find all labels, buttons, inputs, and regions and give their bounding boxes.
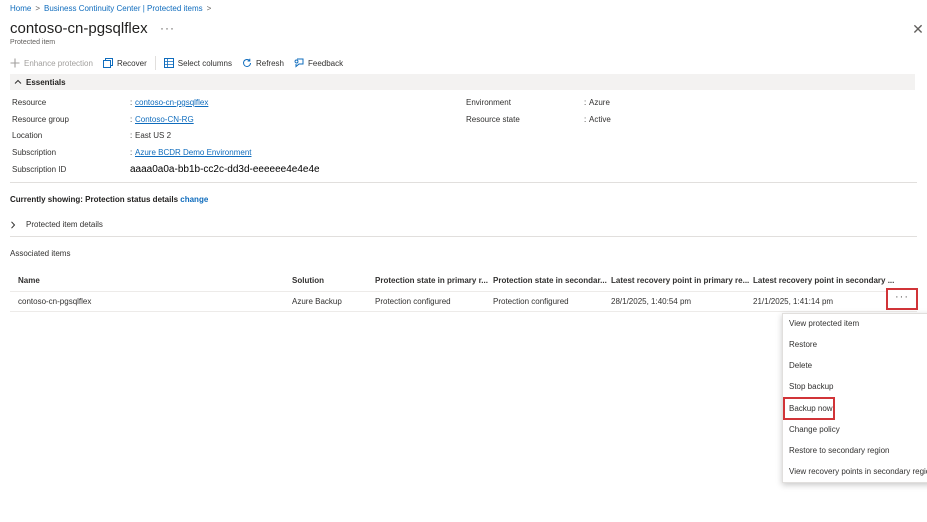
column-header-primary-state[interactable]: Protection state in primary r...	[375, 276, 488, 285]
breadcrumb-separator: >	[206, 4, 212, 13]
more-icon: ···	[895, 291, 909, 303]
plus-icon	[10, 58, 20, 68]
command-bar: Enhance protection Recover Select column…	[10, 56, 353, 70]
subscription-id-value: aaaa0a0a-bb1b-cc2c-dd3d-eeeeee4e4e4e	[130, 164, 320, 175]
colon: :	[584, 115, 587, 124]
chevron-up-icon	[14, 79, 22, 84]
columns-icon	[163, 58, 174, 68]
page-subtitle: Protected item	[10, 39, 56, 46]
location-label: Location	[12, 131, 43, 140]
backup-now-highlight	[783, 397, 835, 420]
close-button[interactable]: ✕	[911, 22, 925, 36]
colon: :	[130, 148, 133, 157]
colon: :	[584, 98, 587, 107]
row-solution: Azure Backup	[292, 297, 342, 306]
subscription-id-label: Subscription ID	[12, 165, 67, 174]
title-more-icon[interactable]: ···	[160, 21, 175, 35]
status-view-text: Currently showing: Protection status det…	[10, 195, 208, 204]
toolbar-divider	[154, 56, 156, 70]
recover-label: Recover	[116, 58, 147, 68]
row-primary-rp: 28/1/2025, 1:40:54 pm	[611, 297, 692, 306]
row-primary-state: Protection configured	[375, 297, 451, 306]
breadcrumb: Home > Business Continuity Center | Prot…	[10, 4, 215, 13]
chevron-right-icon	[11, 220, 16, 229]
breadcrumb-home-link[interactable]: Home	[10, 4, 31, 13]
protected-item-details-label: Protected item details	[26, 220, 103, 229]
row-secondary-state: Protection configured	[493, 297, 569, 306]
environment-value: Azure	[589, 98, 610, 107]
colon: :	[130, 115, 133, 124]
enhance-protection-label: Enhance protection	[24, 58, 93, 68]
table-row-divider	[10, 311, 917, 312]
location-value: East US 2	[135, 131, 172, 140]
breadcrumb-separator: >	[35, 4, 41, 13]
row-name-link[interactable]: contoso-cn-pgsqlflex	[18, 297, 91, 306]
select-columns-label: Select columns	[177, 58, 232, 68]
page-title: contoso-cn-pgsqlflex	[10, 20, 148, 37]
colon: :	[130, 131, 133, 140]
recover-icon	[102, 58, 113, 68]
menu-item-view-recovery-points-secondary[interactable]: View recovery points in secondary region	[789, 467, 927, 476]
menu-item-restore[interactable]: Restore	[789, 340, 817, 349]
essentials-toggle[interactable]: Essentials	[10, 74, 915, 90]
resource-link[interactable]: contoso-cn-pgsqlflex	[135, 98, 208, 107]
resource-label: Resource	[12, 98, 47, 107]
change-view-link[interactable]: change	[180, 195, 208, 204]
menu-item-view-protected-item[interactable]: View protected item	[789, 319, 859, 328]
select-columns-button[interactable]: Select columns	[163, 58, 232, 68]
column-header-name[interactable]: Name	[18, 276, 40, 285]
feedback-icon	[294, 58, 304, 68]
menu-item-restore-secondary[interactable]: Restore to secondary region	[789, 446, 890, 455]
menu-item-stop-backup[interactable]: Stop backup	[789, 382, 833, 391]
column-header-primary-rp[interactable]: Latest recovery point in primary re...	[611, 276, 749, 285]
essentials-title: Essentials	[26, 77, 66, 87]
feedback-label: Feedback	[308, 58, 344, 68]
row-more-actions-button[interactable]: ···	[886, 288, 918, 310]
protected-item-details-toggle[interactable]: Protected item details	[10, 220, 103, 229]
refresh-icon	[243, 58, 251, 67]
divider	[10, 182, 917, 183]
resource-group-link[interactable]: Contoso-CN-RG	[135, 115, 194, 124]
subscription-label: Subscription	[12, 148, 57, 157]
breadcrumb-bcc-link[interactable]: Business Continuity Center | Protected i…	[44, 4, 203, 13]
column-header-secondary-rp[interactable]: Latest recovery point in secondary ...	[753, 276, 894, 285]
resource-state-value: Active	[589, 115, 611, 124]
column-header-solution[interactable]: Solution	[292, 276, 324, 285]
table-header-divider	[10, 291, 917, 292]
recover-button[interactable]: Recover	[102, 58, 147, 68]
refresh-button[interactable]: Refresh	[242, 58, 284, 68]
row-secondary-rp: 21/1/2025, 1:41:14 pm	[753, 297, 834, 306]
menu-item-change-policy[interactable]: Change policy	[789, 425, 840, 434]
divider	[10, 236, 917, 237]
colon: :	[130, 98, 133, 107]
menu-item-delete[interactable]: Delete	[789, 361, 812, 370]
environment-label: Environment	[466, 98, 511, 107]
subscription-link[interactable]: Azure BCDR Demo Environment	[135, 148, 251, 157]
associated-items-title: Associated items	[10, 249, 71, 258]
status-view-prefix: Currently showing: Protection status det…	[10, 195, 179, 204]
refresh-label: Refresh	[255, 58, 284, 68]
feedback-button[interactable]: Feedback	[294, 58, 343, 68]
column-header-secondary-state[interactable]: Protection state in secondar...	[493, 276, 607, 285]
resource-state-label: Resource state	[466, 115, 520, 124]
resource-group-label: Resource group	[12, 115, 69, 124]
enhance-protection-button[interactable]: Enhance protection	[10, 58, 93, 68]
